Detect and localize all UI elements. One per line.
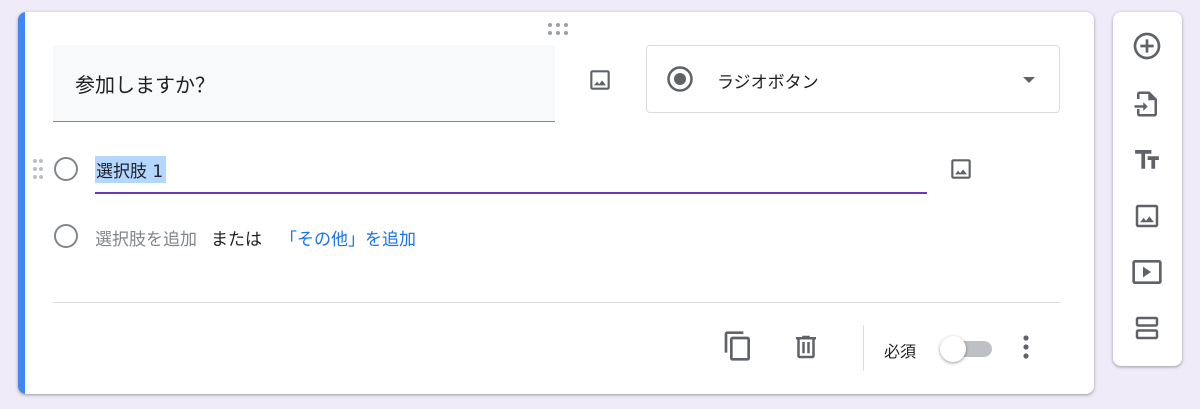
add-video-icon bbox=[1132, 260, 1162, 284]
option-drag-handle-icon[interactable] bbox=[32, 158, 44, 180]
required-label: 必須 bbox=[884, 342, 917, 361]
card-accent-bar bbox=[18, 12, 25, 394]
add-question-button[interactable] bbox=[1129, 28, 1165, 64]
add-video-button[interactable] bbox=[1129, 254, 1165, 290]
import-questions-icon bbox=[1134, 91, 1157, 117]
question-title-field[interactable]: 参加しますか？ bbox=[53, 45, 555, 122]
more-options-button[interactable] bbox=[1014, 330, 1038, 364]
dropdown-arrow-icon bbox=[1023, 77, 1035, 83]
footer-divider bbox=[53, 302, 1061, 303]
toggle-thumb bbox=[940, 336, 966, 362]
add-section-icon bbox=[1135, 316, 1159, 340]
question-card[interactable]: 参加しますか？ ラジオボタン 選択肢 1 選択肢を追加または「その他」を追加 bbox=[18, 12, 1094, 394]
or-text: または bbox=[211, 230, 262, 250]
add-section-button[interactable] bbox=[1129, 310, 1165, 346]
required-toggle[interactable] bbox=[940, 336, 996, 362]
copy-icon bbox=[724, 331, 750, 361]
option-input[interactable]: 選択肢 1 bbox=[95, 152, 927, 194]
add-option-row: 選択肢を追加 または 「その他」を追加 bbox=[95, 225, 416, 250]
trash-icon bbox=[796, 335, 816, 359]
image-icon bbox=[951, 159, 971, 179]
image-icon bbox=[590, 70, 610, 90]
add-option-radio bbox=[54, 224, 78, 248]
delete-button[interactable] bbox=[786, 327, 826, 367]
add-title-button[interactable] bbox=[1129, 142, 1165, 178]
more-vert-icon bbox=[1023, 335, 1029, 359]
side-toolbar bbox=[1113, 12, 1182, 366]
option-label[interactable]: 選択肢 1 bbox=[95, 156, 167, 183]
question-title[interactable]: 参加しますか？ bbox=[75, 69, 215, 98]
add-image-button[interactable] bbox=[1129, 198, 1165, 234]
option-radio bbox=[54, 157, 78, 181]
option-image-button[interactable] bbox=[944, 152, 978, 186]
add-image-icon bbox=[1135, 204, 1159, 228]
duplicate-button[interactable] bbox=[718, 326, 758, 366]
question-image-button[interactable] bbox=[584, 64, 616, 96]
footer-separator bbox=[863, 325, 864, 371]
add-other-link[interactable]: 「その他」を追加 bbox=[280, 230, 416, 250]
question-type-label: ラジオボタン bbox=[717, 73, 819, 93]
question-type-dropdown[interactable]: ラジオボタン bbox=[646, 45, 1060, 113]
import-questions-button[interactable] bbox=[1129, 86, 1165, 122]
add-option-link[interactable]: 選択肢を追加 bbox=[95, 230, 197, 250]
radio-button-icon bbox=[667, 66, 693, 92]
add-title-icon bbox=[1135, 150, 1159, 169]
add-question-icon bbox=[1133, 32, 1161, 60]
drag-handle-icon[interactable] bbox=[546, 22, 570, 36]
